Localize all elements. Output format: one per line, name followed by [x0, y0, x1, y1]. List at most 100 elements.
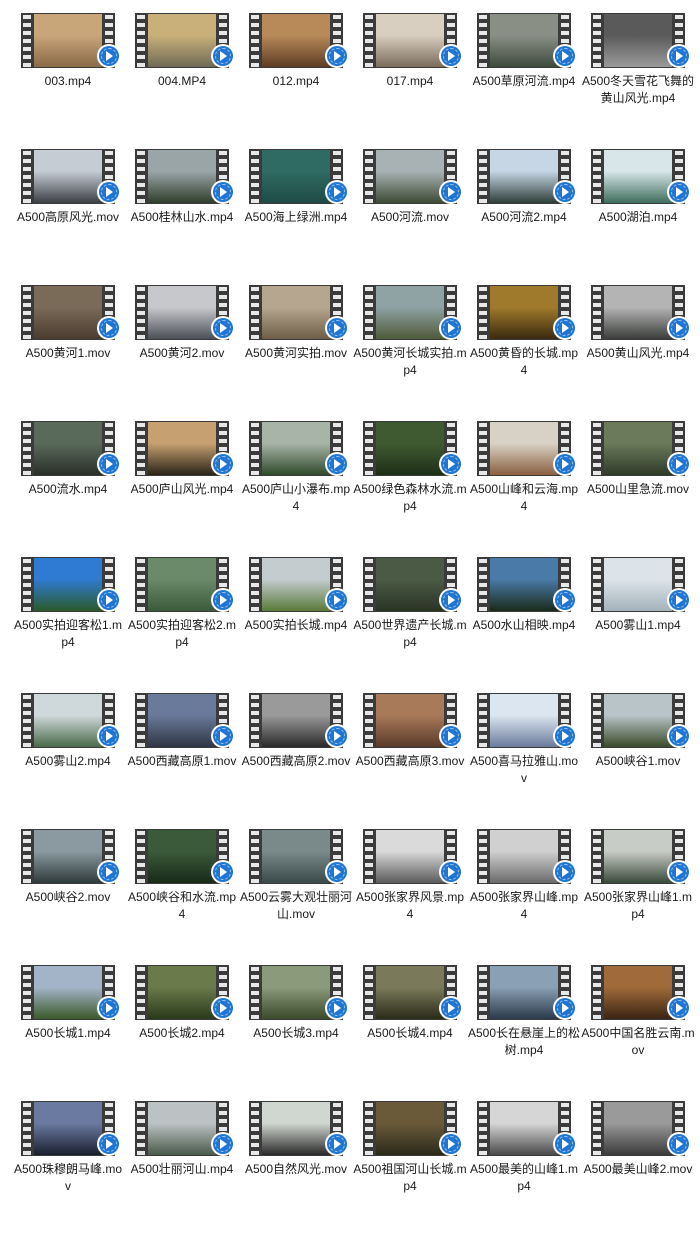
- thumbnail-frame: [376, 14, 444, 67]
- file-item[interactable]: A500水山相映.mp4: [467, 554, 581, 690]
- file-item[interactable]: 004.MP4: [125, 10, 239, 146]
- file-item[interactable]: A500长城4.mp4: [353, 962, 467, 1098]
- file-name-label: 004.MP4: [157, 74, 207, 88]
- file-name-label: A500西藏高原2.mov: [241, 754, 351, 768]
- file-name-label: A500自然风光.mov: [244, 1162, 348, 1176]
- file-name-label: A500实拍迎客松2.mp4: [127, 618, 237, 649]
- play-icon: [555, 726, 575, 746]
- file-item[interactable]: A500张家界山峰1.mp4: [581, 826, 695, 962]
- file-item[interactable]: A500黄河长城实拍.mp4: [353, 282, 467, 418]
- thumbnail-frame: [604, 286, 672, 339]
- file-item[interactable]: A500湖泊.mp4: [581, 146, 695, 282]
- file-item[interactable]: A500黄河1.mov: [11, 282, 125, 418]
- file-item[interactable]: A500张家界山峰.mp4: [467, 826, 581, 962]
- file-item[interactable]: A500祖国河山长城.mp4: [353, 1098, 467, 1234]
- file-item[interactable]: 012.mp4: [239, 10, 353, 146]
- file-item[interactable]: 003.mp4: [11, 10, 125, 146]
- file-item[interactable]: A500实拍迎客松2.mp4: [125, 554, 239, 690]
- file-name-label: A500最美的山峰1.mp4: [469, 1162, 579, 1193]
- file-item[interactable]: A500西藏高原2.mov: [239, 690, 353, 826]
- file-item[interactable]: A500峡谷2.mov: [11, 826, 125, 962]
- file-item[interactable]: A500世界遗产长城.mp4: [353, 554, 467, 690]
- file-name-label: A500海上绿洲.mp4: [244, 210, 348, 224]
- file-item[interactable]: A500黄昏的长城.mp4: [467, 282, 581, 418]
- video-player-badge-icon: [667, 996, 691, 1020]
- film-strip-left: [249, 829, 261, 884]
- thumbnail-frame: [604, 966, 672, 1019]
- film-strip-left: [477, 421, 489, 476]
- file-item[interactable]: A500黄山风光.mp4: [581, 282, 695, 418]
- play-icon: [555, 862, 575, 882]
- play-icon: [213, 862, 233, 882]
- file-item[interactable]: A500实拍长城.mp4: [239, 554, 353, 690]
- file-item[interactable]: A500喜马拉雅山.mov: [467, 690, 581, 826]
- file-item[interactable]: A500云雾大观壮丽河山.mov: [239, 826, 353, 962]
- film-strip-left: [135, 693, 147, 748]
- file-item[interactable]: A500桂林山水.mp4: [125, 146, 239, 282]
- file-item[interactable]: A500最美的山峰1.mp4: [467, 1098, 581, 1234]
- file-item[interactable]: A500自然风光.mov: [239, 1098, 353, 1234]
- file-item[interactable]: A500庐山小瀑布.mp4: [239, 418, 353, 554]
- thumbnail-frame: [148, 14, 216, 67]
- film-strip-left: [477, 13, 489, 68]
- file-item[interactable]: A500中国名胜云南.mov: [581, 962, 695, 1098]
- video-player-badge-icon: [553, 180, 577, 204]
- file-item[interactable]: A500峡谷1.mov: [581, 690, 695, 826]
- file-item[interactable]: A500黄河2.mov: [125, 282, 239, 418]
- video-player-badge-icon: [325, 180, 349, 204]
- file-item[interactable]: A500流水.mp4: [11, 418, 125, 554]
- file-item[interactable]: A500长城2.mp4: [125, 962, 239, 1098]
- play-icon: [555, 318, 575, 338]
- thumbnail-frame: [490, 1102, 558, 1155]
- file-item[interactable]: A500黄河实拍.mov: [239, 282, 353, 418]
- film-strip-left: [477, 557, 489, 612]
- video-player-badge-icon: [211, 996, 235, 1020]
- thumbnail-frame: [262, 694, 330, 747]
- file-item[interactable]: A500珠穆朗马峰.mov: [11, 1098, 125, 1234]
- file-item[interactable]: A500长在悬崖上的松树.mp4: [467, 962, 581, 1098]
- film-strip-left: [249, 149, 261, 204]
- film-strip-left: [21, 285, 33, 340]
- film-strip-left: [249, 421, 261, 476]
- thumbnail-frame: [262, 1102, 330, 1155]
- file-item[interactable]: A500壮丽河山.mp4: [125, 1098, 239, 1234]
- file-item[interactable]: A500草原河流.mp4: [467, 10, 581, 146]
- file-item[interactable]: A500长城1.mp4: [11, 962, 125, 1098]
- file-item[interactable]: A500海上绿洲.mp4: [239, 146, 353, 282]
- file-item[interactable]: A500长城3.mp4: [239, 962, 353, 1098]
- play-icon: [99, 998, 119, 1018]
- film-strip-left: [135, 421, 147, 476]
- file-item[interactable]: A500山峰和云海.mp4: [467, 418, 581, 554]
- file-item[interactable]: A500最美山峰2.mov: [581, 1098, 695, 1234]
- play-icon: [327, 454, 347, 474]
- file-item[interactable]: A500高原风光.mov: [11, 146, 125, 282]
- thumbnail-frame: [604, 1102, 672, 1155]
- file-item[interactable]: A500雾山1.mp4: [581, 554, 695, 690]
- play-icon: [441, 46, 461, 66]
- film-strip-left: [591, 149, 603, 204]
- file-item[interactable]: A500河流.mov: [353, 146, 467, 282]
- thumbnail-frame: [34, 966, 102, 1019]
- play-icon: [441, 1134, 461, 1154]
- thumbnail-frame: [148, 1102, 216, 1155]
- file-item[interactable]: 017.mp4: [353, 10, 467, 146]
- file-item[interactable]: A500西藏高原1.mov: [125, 690, 239, 826]
- file-item[interactable]: A500实拍迎客松1.mp4: [11, 554, 125, 690]
- file-item[interactable]: A500山里急流.mov: [581, 418, 695, 554]
- video-player-badge-icon: [553, 44, 577, 68]
- file-item[interactable]: A500雾山2.mp4: [11, 690, 125, 826]
- file-item[interactable]: A500西藏高原3.mov: [353, 690, 467, 826]
- video-player-badge-icon: [97, 452, 121, 476]
- film-strip-left: [591, 1101, 603, 1156]
- file-name-label: A500长城2.mp4: [139, 1026, 225, 1040]
- file-item[interactable]: A500张家界风景.mp4: [353, 826, 467, 962]
- file-item[interactable]: A500绿色森林水流.mp4: [353, 418, 467, 554]
- file-name-label: A500实拍长城.mp4: [244, 618, 348, 632]
- file-item[interactable]: A500峡谷和水流.mp4: [125, 826, 239, 962]
- file-item[interactable]: A500冬天雪花飞舞的黄山风光.mp4: [581, 10, 695, 146]
- file-item[interactable]: A500河流2.mp4: [467, 146, 581, 282]
- file-name-label: A500世界遗产长城.mp4: [353, 618, 467, 649]
- file-item[interactable]: A500庐山风光.mp4: [125, 418, 239, 554]
- video-player-badge-icon: [553, 452, 577, 476]
- video-player-badge-icon: [325, 1132, 349, 1156]
